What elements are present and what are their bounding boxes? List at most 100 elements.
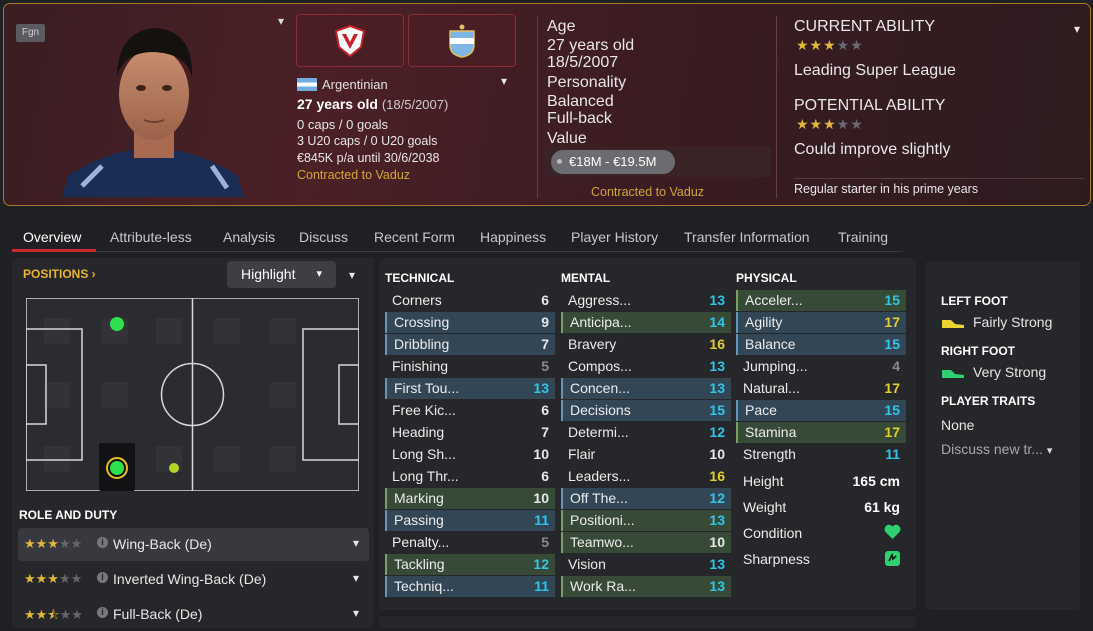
nation-badge[interactable] [408, 14, 516, 67]
positions-link[interactable]: POSITIONS › [23, 267, 96, 281]
attribute-row[interactable]: Crossing 9 [385, 312, 555, 333]
player-traits-label: PLAYER TRAITS [941, 394, 1036, 408]
attribute-row[interactable]: Stamina 17 [736, 422, 906, 443]
contract-status[interactable]: Contracted to Vaduz [591, 185, 704, 199]
tab-happiness[interactable]: Happiness [480, 229, 546, 245]
attribute-row[interactable]: Positioni... 13 [561, 510, 731, 531]
attribute-value: 15 [884, 402, 900, 418]
caps: 0 caps / 0 goals [297, 117, 389, 132]
attribute-row[interactable]: Passing 11 [385, 510, 555, 531]
attribute-row[interactable]: Corners 6 [385, 290, 555, 311]
attribute-row[interactable]: Bravery 16 [561, 334, 731, 355]
tab-recent-form[interactable]: Recent Form [374, 229, 455, 245]
attribute-value: 12 [709, 490, 725, 506]
attribute-row[interactable]: Free Kic... 6 [385, 400, 555, 421]
attribute-value: 10 [709, 446, 725, 462]
attribute-name: Passing [394, 512, 444, 528]
potential-ability-desc: Could improve slightly [794, 141, 951, 158]
attribute-row[interactable]: Tackling 12 [385, 554, 555, 575]
attribute-value: 10 [533, 490, 549, 506]
attribute-row[interactable]: Long Thr... 6 [385, 466, 555, 487]
chevron-down-icon[interactable]: ▾ [278, 14, 284, 28]
attribute-name: Natural... [743, 380, 800, 396]
info-icon[interactable]: i [97, 537, 108, 548]
player-traits-value: None [941, 417, 975, 433]
tab-transfer-information[interactable]: Transfer Information [684, 229, 810, 245]
role-name: Inverted Wing-Back (De) [113, 571, 267, 587]
attribute-row[interactable]: Acceler... 15 [736, 290, 906, 311]
info-icon[interactable]: i [97, 607, 108, 618]
attribute-row[interactable]: Leaders... 16 [561, 466, 731, 487]
attribute-value: 13 [709, 512, 725, 528]
chevron-down-icon[interactable]: ▾ [349, 268, 355, 282]
tab-overview[interactable]: Overview [23, 229, 81, 245]
attribute-row[interactable]: Off The... 12 [561, 488, 731, 509]
attribute-value: 11 [534, 512, 549, 528]
chevron-down-icon[interactable]: ▾ [353, 571, 359, 585]
attribute-row[interactable]: Anticipa... 14 [561, 312, 731, 333]
attribute-name: Acceler... [745, 292, 803, 308]
role-item[interactable]: ★★★★★ i Inverted Wing-Back (De) ▾ [18, 563, 369, 596]
info-icon[interactable]: i [97, 572, 108, 583]
personality-value: Balanced [547, 93, 614, 110]
value-range[interactable]: €18M - €19.5M [551, 150, 675, 174]
attribute-row[interactable]: Strength 11 [736, 444, 906, 465]
attribute-row[interactable]: Marking 10 [385, 488, 555, 509]
tab-discuss[interactable]: Discuss [299, 229, 348, 245]
discuss-traits-button[interactable]: Discuss new tr... ▾ [941, 441, 1052, 457]
attribute-row[interactable]: Decisions 15 [561, 400, 731, 421]
attribute-row[interactable]: Balance 15 [736, 334, 906, 355]
attribute-row[interactable]: Dribbling 7 [385, 334, 555, 355]
role-item[interactable]: ★★★★★ i Wing-Back (De) ▾ [18, 528, 369, 561]
attribute-row[interactable]: Agility 17 [736, 312, 906, 333]
age-label: Age [547, 18, 576, 35]
attribute-row[interactable]: Finishing 5 [385, 356, 555, 377]
attribute-row[interactable]: Penalty... 5 [385, 532, 555, 553]
height-value: 165 cm [852, 473, 900, 489]
tab-training[interactable]: Training [838, 229, 888, 245]
attribute-row[interactable]: Aggress... 13 [561, 290, 731, 311]
chevron-down-icon[interactable]: ▾ [353, 536, 359, 550]
chevron-down-icon[interactable]: ▾ [353, 606, 359, 620]
right-foot-label: RIGHT FOOT [941, 344, 1015, 358]
tab-player-history[interactable]: Player History [571, 229, 658, 245]
attribute-row[interactable]: Vision 13 [561, 554, 731, 575]
attribute-name: Aggress... [568, 292, 632, 308]
current-ability-stars: ★★★★★ [796, 37, 864, 53]
attribute-row[interactable]: Heading 7 [385, 422, 555, 443]
tab-analysis[interactable]: Analysis [223, 229, 275, 245]
attribute-row[interactable]: Concen... 13 [561, 378, 731, 399]
attribute-row[interactable]: Natural... 17 [736, 378, 906, 399]
position-pitch [26, 298, 359, 491]
attribute-row[interactable]: Flair 10 [561, 444, 731, 465]
club-badge[interactable] [296, 14, 404, 67]
chevron-down-icon[interactable]: ▾ [1074, 22, 1080, 36]
attribute-row[interactable]: Compos... 13 [561, 356, 731, 377]
role-stars: ★★★★★ [24, 536, 83, 551]
left-foot-label: LEFT FOOT [941, 294, 1008, 308]
attribute-value: 10 [709, 534, 725, 550]
chevron-down-icon[interactable]: ▾ [501, 74, 507, 88]
contract-status[interactable]: Contracted to Vaduz [297, 168, 410, 182]
attribute-name: Heading [392, 424, 445, 440]
attribute-row[interactable]: Work Ra... 13 [561, 576, 731, 597]
attribute-row[interactable]: Long Sh... 10 [385, 444, 555, 465]
attribute-name: Stamina [745, 424, 797, 440]
attribute-row[interactable]: Pace 15 [736, 400, 906, 421]
attribute-row[interactable]: Jumping... 4 [736, 356, 906, 377]
tab-attribute-less[interactable]: Attribute-less [110, 229, 192, 245]
highlight-dropdown[interactable]: Highlight ▾ [227, 261, 336, 288]
attribute-row[interactable]: Determi... 12 [561, 422, 731, 443]
role-name: Full-Back (De) [113, 606, 203, 622]
physical-header: PHYSICAL [736, 271, 797, 285]
role-name: Wing-Back (De) [113, 536, 212, 552]
player-photo [62, 28, 244, 197]
boot-icon [942, 320, 964, 329]
attribute-row[interactable]: Teamwo... 10 [561, 532, 731, 553]
attribute-row[interactable]: Techniq... 11 [385, 576, 555, 597]
attribute-row[interactable]: First Tou... 13 [385, 378, 555, 399]
sharpness-icon [885, 551, 900, 566]
attribute-value: 11 [534, 578, 549, 594]
attribute-value: 17 [884, 424, 900, 440]
role-item[interactable]: ★★⯪★★ i Full-Back (De) ▾ [18, 598, 369, 631]
